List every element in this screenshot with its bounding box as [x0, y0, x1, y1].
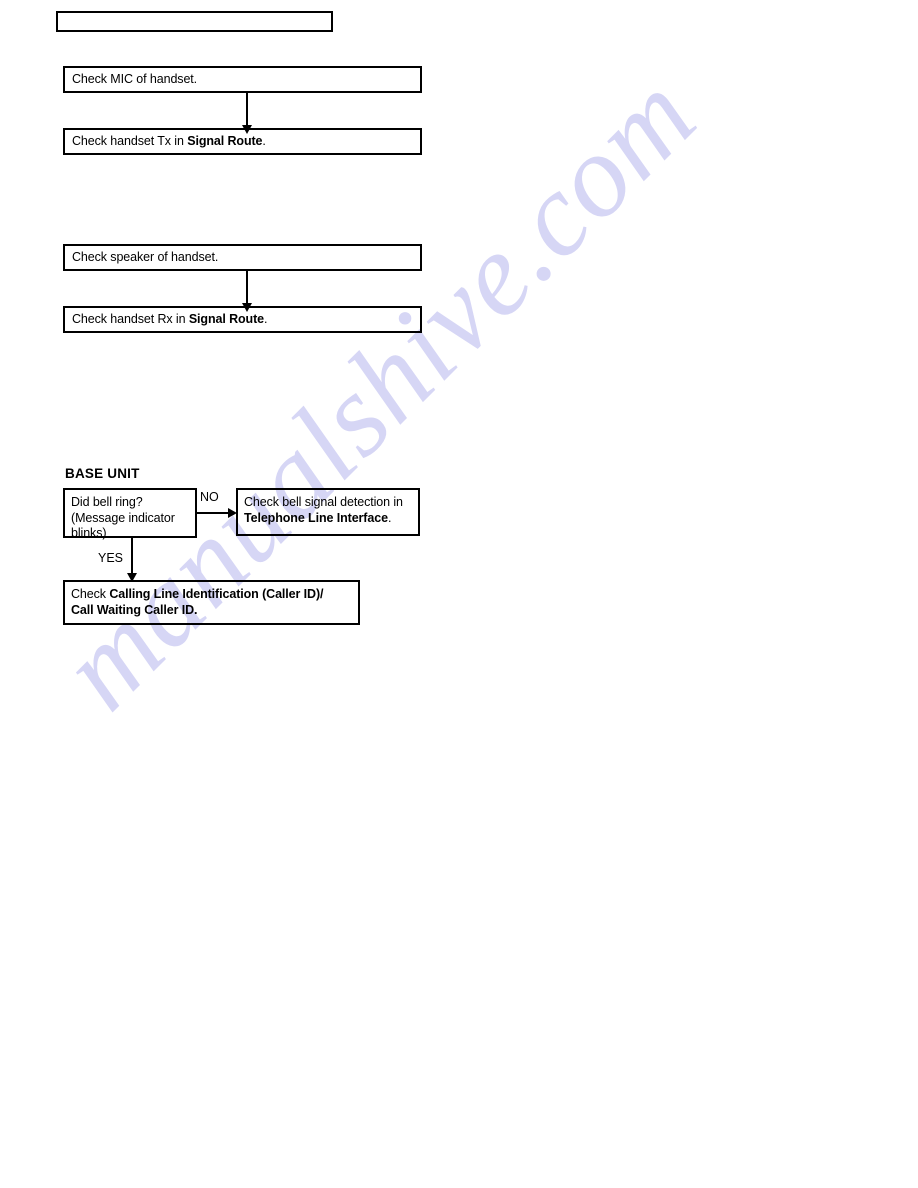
- arrow-speaker-to-rx: [242, 271, 252, 312]
- page-content: Check MIC of handset. Check handset Tx i…: [0, 0, 918, 1188]
- branch-label-no: NO: [200, 490, 219, 504]
- box-check-caller-id-line1: Check Calling Line Identification (Calle…: [71, 587, 358, 603]
- box-check-handset-tx-suffix: .: [262, 134, 266, 148]
- box-did-bell-ring-line1: Did bell ring?: [71, 495, 143, 509]
- box-check-bell-signal-detection: Check bell signal detection in Telephone…: [236, 488, 420, 536]
- arrow-no-branch: [197, 508, 237, 518]
- box-check-caller-id-line2: Call Waiting Caller ID.: [71, 603, 358, 619]
- box-check-mic-of-handset: Check MIC of handset.: [63, 66, 422, 93]
- box-did-bell-ring: Did bell ring? (Message indicator blinks…: [63, 488, 197, 540]
- box-check-handset-rx-bold: Signal Route: [188, 312, 265, 326]
- box-check-mic-of-handset-label: Check MIC of handset.: [72, 72, 198, 86]
- box-check-speaker-of-handset: Check speaker of handset.: [63, 244, 422, 271]
- box-check-speaker-of-handset-label: Check speaker of handset.: [72, 250, 219, 264]
- box-did-bell-ring-line2: (Message indicator: [71, 510, 175, 525]
- arrow-mic-to-tx: [242, 93, 252, 134]
- box-check-caller-id-bold-line2: Call Waiting Caller ID.: [71, 602, 198, 617]
- branch-label-yes: YES: [98, 551, 124, 565]
- box-check-bell-signal-detection-line2: Telephone Line Interface.: [244, 511, 418, 527]
- box-check-bell-signal-detection-line1: Check bell signal detection in: [244, 495, 403, 509]
- box-check-handset-tx-bold: Signal Route: [187, 134, 263, 148]
- box-check-caller-id: Check Calling Line Identification (Calle…: [63, 580, 360, 625]
- box-check-handset-tx: Check handset Tx in Signal Route.: [63, 128, 422, 155]
- box-check-bell-signal-detection-suffix: .: [387, 510, 392, 525]
- box-check-handset-rx-prefix: Check handset Rx in: [72, 312, 189, 326]
- box-check-caller-id-prefix: Check: [71, 587, 110, 601]
- arrow-yes-branch: [127, 538, 137, 582]
- box-did-bell-ring-line3: blinks): [71, 526, 107, 540]
- base-unit-section-title: BASE UNIT: [65, 466, 140, 481]
- box-check-caller-id-bold-line1: Calling Line Identification (Caller ID)/: [109, 587, 324, 601]
- header-title-box: [56, 11, 333, 32]
- box-check-handset-rx-suffix: .: [264, 312, 268, 326]
- box-check-handset-rx: Check handset Rx in Signal Route.: [63, 306, 422, 333]
- box-check-bell-signal-detection-bold: Telephone Line Interface: [244, 510, 388, 525]
- box-check-handset-tx-prefix: Check handset Tx in: [72, 134, 188, 148]
